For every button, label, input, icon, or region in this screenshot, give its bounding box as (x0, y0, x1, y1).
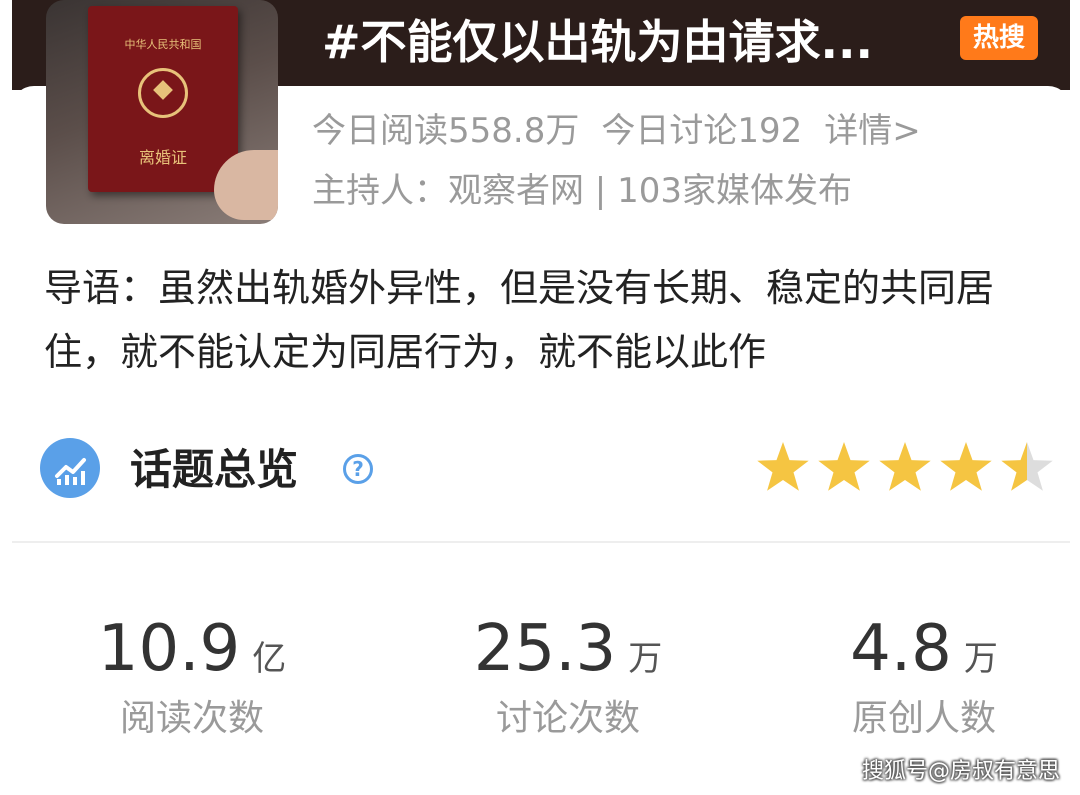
metric-unit: 亿 (252, 639, 287, 679)
divorce-certificate-image: 中华人民共和国 离婚证 (88, 6, 238, 192)
certificate-header: 中华人民共和国 (124, 38, 202, 51)
star-icon (940, 442, 992, 491)
certificate-title: 离婚证 (138, 148, 187, 167)
metric-value: 25.3 (473, 612, 617, 686)
rating-stars (757, 442, 1053, 491)
details-link[interactable]: 详情> (824, 111, 921, 151)
star-icon (1001, 442, 1053, 491)
star-icon (879, 442, 931, 491)
metric-original-authors: 4.8 万 原创人数 (794, 612, 1054, 744)
today-discussions: 今日讨论192 (601, 111, 803, 151)
metric-label: 原创人数 (851, 698, 996, 739)
metric-label: 阅读次数 (119, 698, 264, 739)
metric-discussions: 25.3 万 讨论次数 (438, 612, 698, 744)
star-icon (818, 442, 870, 491)
metric-unit: 万 (963, 639, 998, 679)
topic-stats: 今日阅读558.8万 今日讨论192 详情> (312, 108, 943, 154)
metric-reads: 10.9 亿 阅读次数 (62, 612, 322, 744)
chart-trend-icon (40, 438, 100, 498)
topic-host: 主持人：观察者网 | 103家媒体发布 (312, 171, 852, 211)
today-reads: 今日阅读558.8万 (312, 111, 580, 151)
divider (12, 541, 1070, 543)
watermark: 搜狐号@房叔有意思 (862, 759, 1061, 784)
topic-title[interactable]: #不能仅以出轨为由请求... (322, 8, 952, 76)
metric-unit: 万 (628, 639, 663, 679)
metric-label: 讨论次数 (495, 698, 640, 739)
overview-title: 话题总览 (130, 445, 299, 494)
topic-cover-image[interactable]: 中华人民共和国 离婚证 (46, 0, 278, 224)
metric-value: 4.8 (850, 612, 952, 686)
help-icon[interactable]: ? (343, 454, 373, 484)
national-emblem-icon (138, 68, 188, 118)
star-icon (757, 442, 809, 491)
hot-badge: 热搜 (960, 16, 1038, 60)
topic-intro[interactable]: 导语：虽然出轨婚外异性，但是没有长期、稳定的共同居住，就不能认定为同居行为，就不… (44, 256, 1044, 384)
metric-value: 10.9 (97, 612, 241, 686)
